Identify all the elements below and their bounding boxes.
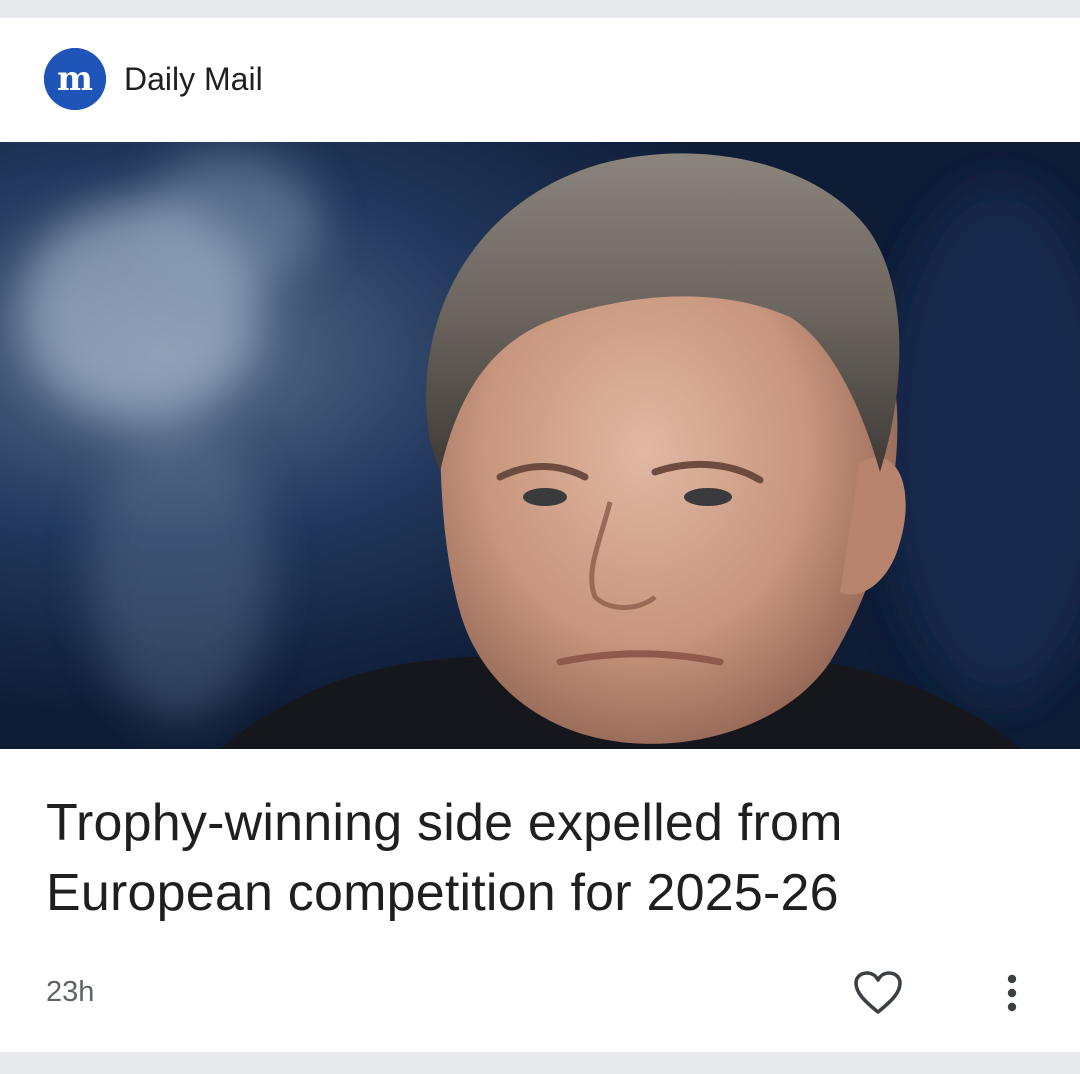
source-row: m Daily Mail	[0, 18, 1080, 142]
like-button[interactable]	[850, 968, 906, 1018]
article-image[interactable]	[0, 142, 1080, 749]
news-card[interactable]: m Daily Mail Trophy-winning side expelle…	[0, 18, 1080, 1052]
heart-outline-icon	[854, 971, 902, 1014]
article-age: 23h	[46, 976, 95, 1008]
more-options-button[interactable]	[992, 968, 1032, 1018]
article-headline[interactable]: Trophy-winning side expelled from Europe…	[46, 788, 1036, 928]
daily-mail-logo-icon: m	[44, 48, 106, 110]
portrait-photo	[0, 142, 1080, 749]
more-vertical-icon	[1007, 974, 1017, 1012]
svg-text:m: m	[57, 59, 93, 99]
source-name[interactable]: Daily Mail	[124, 58, 263, 100]
